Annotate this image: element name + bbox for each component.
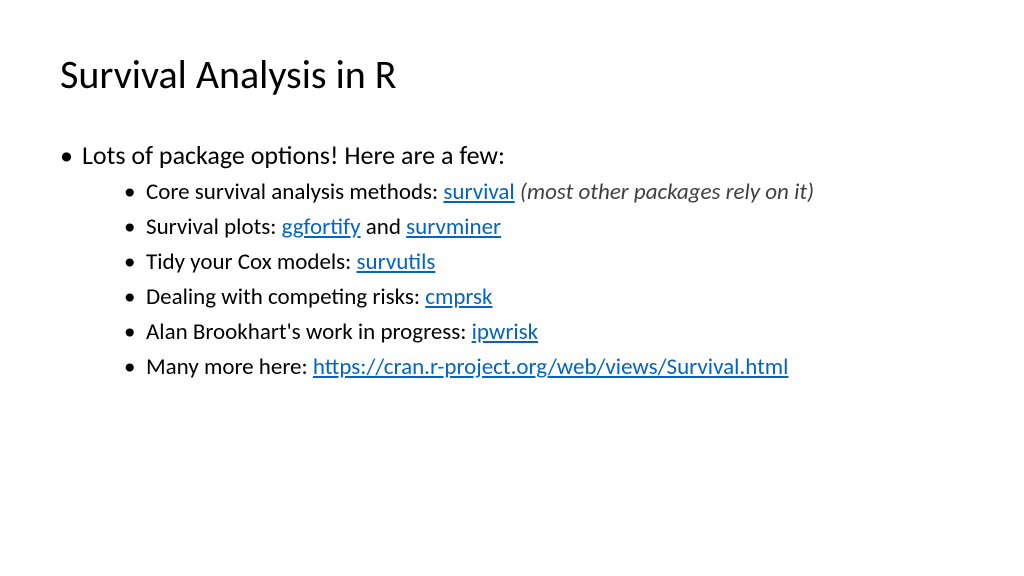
main-bullet: Lots of package options! Here are a few:…: [60, 139, 964, 383]
list-item: Survival plots: ggfortify and survminer: [124, 212, 964, 243]
link-ipwrisk[interactable]: ipwrisk: [472, 318, 538, 346]
item-mid: and: [361, 213, 407, 241]
list-item: Alan Brookhart's work in progress: ipwri…: [124, 317, 964, 348]
main-bullet-text: Lots of package options! Here are a few:: [82, 139, 505, 171]
link-survival[interactable]: survival: [443, 178, 514, 206]
list-item: Many more here: https://cran.r-project.o…: [124, 352, 964, 383]
item-note: (most other packages rely on it): [520, 178, 814, 206]
item-prefix: Tidy your Cox models:: [146, 248, 357, 276]
link-survutils[interactable]: survutils: [357, 248, 436, 276]
item-prefix: Alan Brookhart's work in progress:: [146, 318, 472, 346]
link-ggfortify[interactable]: ggfortify: [282, 213, 361, 241]
list-item: Dealing with competing risks: cmprsk: [124, 282, 964, 313]
link-survminer[interactable]: survminer: [406, 213, 501, 241]
list-item: Core survival analysis methods: survival…: [124, 177, 964, 208]
item-prefix: Core survival analysis methods:: [146, 178, 443, 206]
main-list: Lots of package options! Here are a few:…: [60, 139, 964, 383]
list-item: Tidy your Cox models: survutils: [124, 247, 964, 278]
slide-title: Survival Analysis in R: [60, 50, 964, 99]
item-prefix: Dealing with competing risks:: [146, 283, 425, 311]
sub-list: Core survival analysis methods: survival…: [82, 177, 964, 383]
item-prefix: Many more here:: [146, 353, 313, 381]
link-cmprsk[interactable]: cmprsk: [425, 283, 492, 311]
link-cran-survival[interactable]: https://cran.r-project.org/web/views/Sur…: [313, 353, 789, 381]
item-prefix: Survival plots:: [146, 213, 282, 241]
